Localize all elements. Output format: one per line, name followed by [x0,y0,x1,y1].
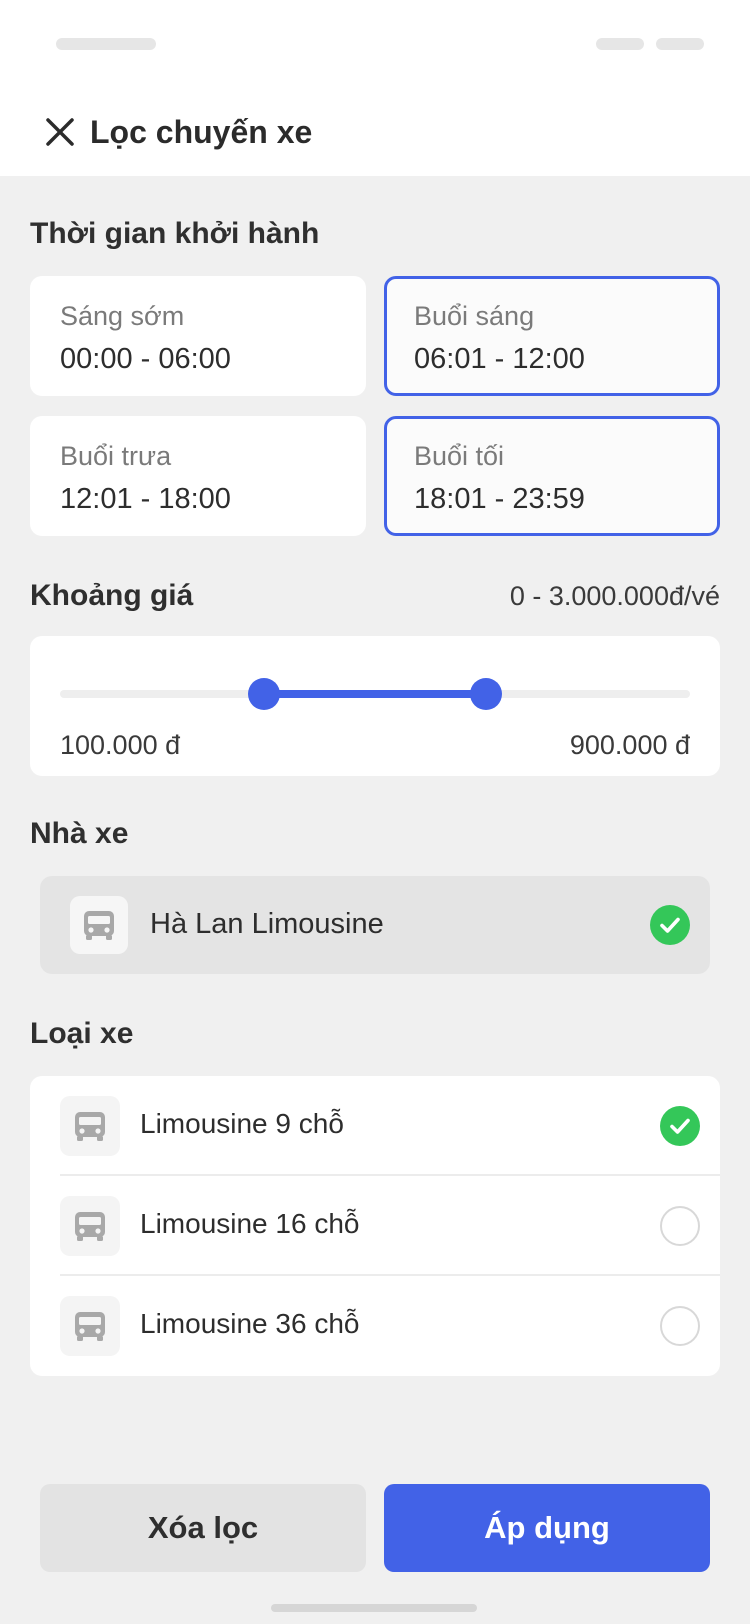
slider-thumb-min[interactable] [248,678,280,710]
time-slot-morning[interactable]: Buổi sáng 06:01 - 12:00 [384,276,720,396]
vehicle-type-list: Limousine 9 chỗ Limousine 16 chỗ Limousi… [30,1076,720,1376]
radio-button[interactable] [660,1206,700,1246]
slider-thumb-max[interactable] [470,678,502,710]
radio-button[interactable] [660,1306,700,1346]
time-slot-range: 06:01 - 12:00 [414,343,585,375]
status-placeholder [56,38,156,50]
operator-label: Hà Lan Limousine [150,908,384,940]
operator-section-title: Nhà xe [30,817,129,850]
vehicle-type-item-16[interactable]: Limousine 16 chỗ [30,1176,720,1276]
check-icon [650,905,690,945]
time-slot-label: Sáng sớm [60,301,185,331]
time-slot-range: 18:01 - 23:59 [414,483,585,515]
vehicle-type-label: Limousine 36 chỗ [140,1308,360,1339]
status-placeholder [596,38,644,50]
vehicle-type-label: Limousine 9 chỗ [140,1108,344,1139]
time-slot-afternoon[interactable]: Buổi trưa 12:01 - 18:00 [30,416,366,536]
clear-filter-button[interactable]: Xóa lọc [40,1484,366,1572]
departure-section-title: Thời gian khởi hành [30,217,320,250]
time-slot-evening[interactable]: Buổi tối 18:01 - 23:59 [384,416,720,536]
check-icon [660,1106,700,1146]
status-placeholder [656,38,704,50]
header: Lọc chuyến xe [0,90,750,176]
bus-icon [84,911,114,940]
time-slot-label: Buổi trưa [60,441,172,471]
apply-button[interactable]: Áp dụng [384,1484,710,1572]
bus-icon [75,1212,105,1241]
price-section-title: Khoảng giá [30,579,194,612]
vehicle-icon-box [60,1196,120,1256]
price-range-text: 0 - 3.000.000đ/vé [509,581,720,611]
vehicle-type-item-9[interactable]: Limousine 9 chỗ [30,1076,720,1176]
bus-icon [75,1312,105,1341]
status-bar [0,0,750,90]
slider-max-label: 900.000 đ [569,730,690,760]
vehicle-icon-box [60,1296,120,1356]
operator-icon-box [70,896,128,954]
bus-icon [75,1112,105,1141]
page-title: Lọc chuyến xe [90,114,313,150]
time-slot-label: Buổi sáng [414,301,535,331]
home-indicator [271,1604,477,1612]
slider-track-fill [264,690,486,698]
time-slot-range: 12:01 - 18:00 [60,483,231,515]
close-icon [46,118,74,146]
price-slider-card: 100.000 đ 900.000 đ [30,636,720,776]
time-slot-early-morning[interactable]: Sáng sớm 00:00 - 06:00 [30,276,366,396]
operator-item[interactable]: Hà Lan Limousine [40,876,710,974]
close-button[interactable] [40,112,80,152]
vehicle-type-item-36[interactable]: Limousine 36 chỗ [30,1276,720,1376]
vehicle-type-label: Limousine 16 chỗ [140,1208,360,1239]
time-slot-range: 00:00 - 06:00 [60,343,231,375]
vehicle-icon-box [60,1096,120,1156]
vehicle-type-section-title: Loại xe [30,1017,134,1050]
slider-min-label: 100.000 đ [60,730,181,760]
time-slot-label: Buổi tối [414,441,505,471]
